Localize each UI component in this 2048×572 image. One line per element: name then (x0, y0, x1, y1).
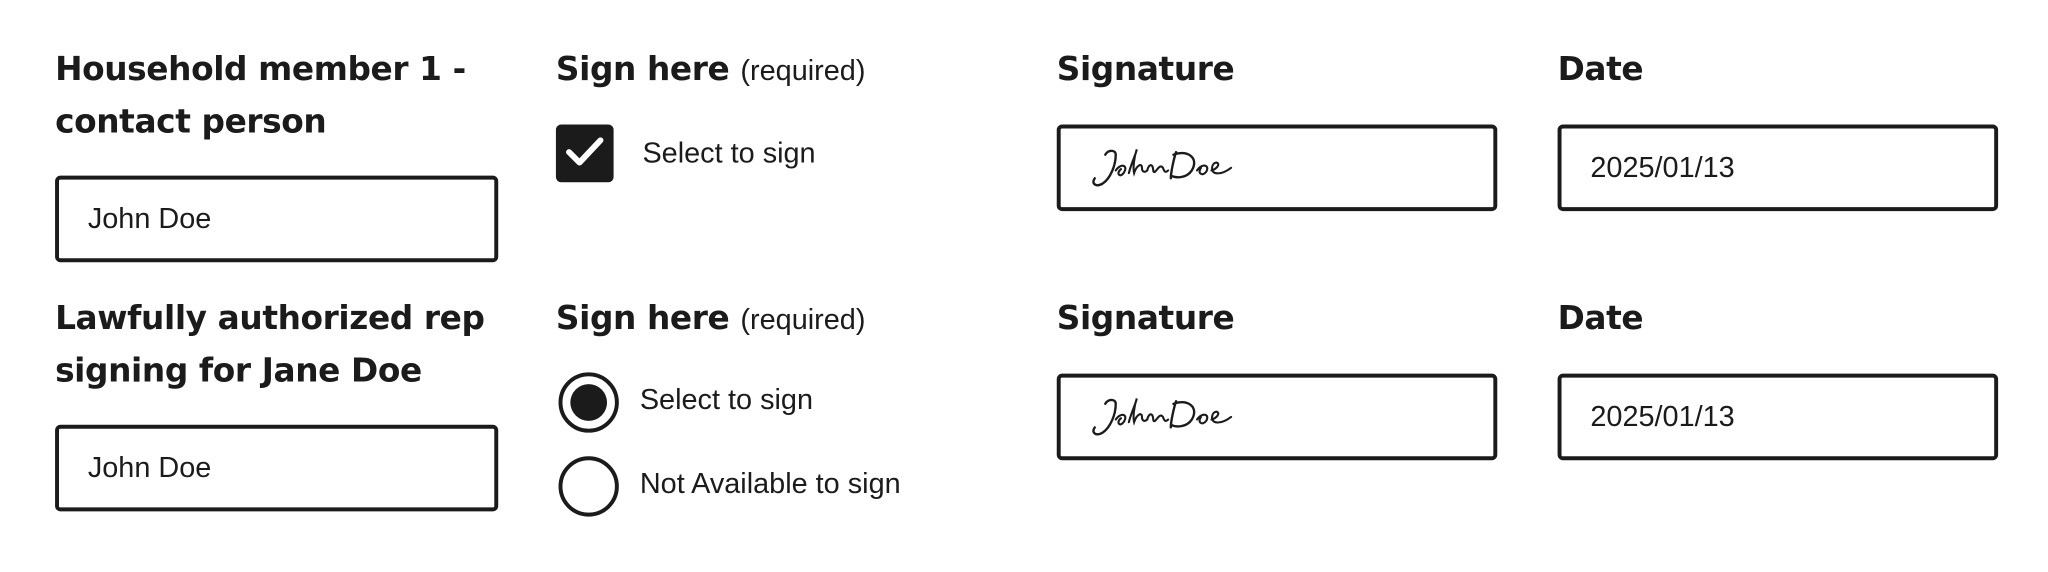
signature-heading: Signature (1056, 298, 1235, 337)
required-note: (required) (740, 302, 866, 336)
signature-field[interactable] (1056, 124, 1498, 212)
select-to-sign-radio[interactable] (558, 372, 619, 433)
handwritten-signature-icon (1092, 149, 1233, 187)
handwritten-signature-icon (1092, 398, 1233, 436)
member-heading: Lawfully authorized rep signing for Jane… (55, 298, 485, 390)
member-name-field[interactable]: John Doe (55, 175, 499, 263)
checkmark-icon (566, 137, 604, 166)
member-heading: Household member 1 - contact person (55, 49, 466, 141)
select-to-sign-checkbox[interactable] (555, 124, 614, 183)
date-field[interactable]: 2025/01/13 (1557, 373, 1999, 461)
signature-heading: Signature (1056, 49, 1235, 88)
required-note: (required) (740, 53, 866, 87)
member-name-field[interactable]: John Doe (55, 424, 499, 512)
sign-here-label: Sign here (555, 298, 730, 337)
not-available-label[interactable]: Not Available to sign (640, 465, 901, 502)
sign-here-heading: Sign here (required) (556, 43, 866, 97)
sign-here-heading: Sign here (required) (556, 292, 866, 346)
sign-here-label: Sign here (555, 49, 730, 88)
select-to-sign-label[interactable]: Select to sign (640, 382, 813, 419)
signature-form: Household member 1 - contact person John… (0, 0, 2048, 572)
date-heading: Date (1557, 298, 1644, 337)
select-to-sign-label[interactable]: Select to sign (642, 135, 815, 172)
not-available-radio[interactable] (558, 456, 619, 517)
date-field[interactable]: 2025/01/13 (1557, 124, 1999, 212)
signature-field[interactable] (1056, 373, 1498, 461)
date-heading: Date (1557, 49, 1644, 88)
